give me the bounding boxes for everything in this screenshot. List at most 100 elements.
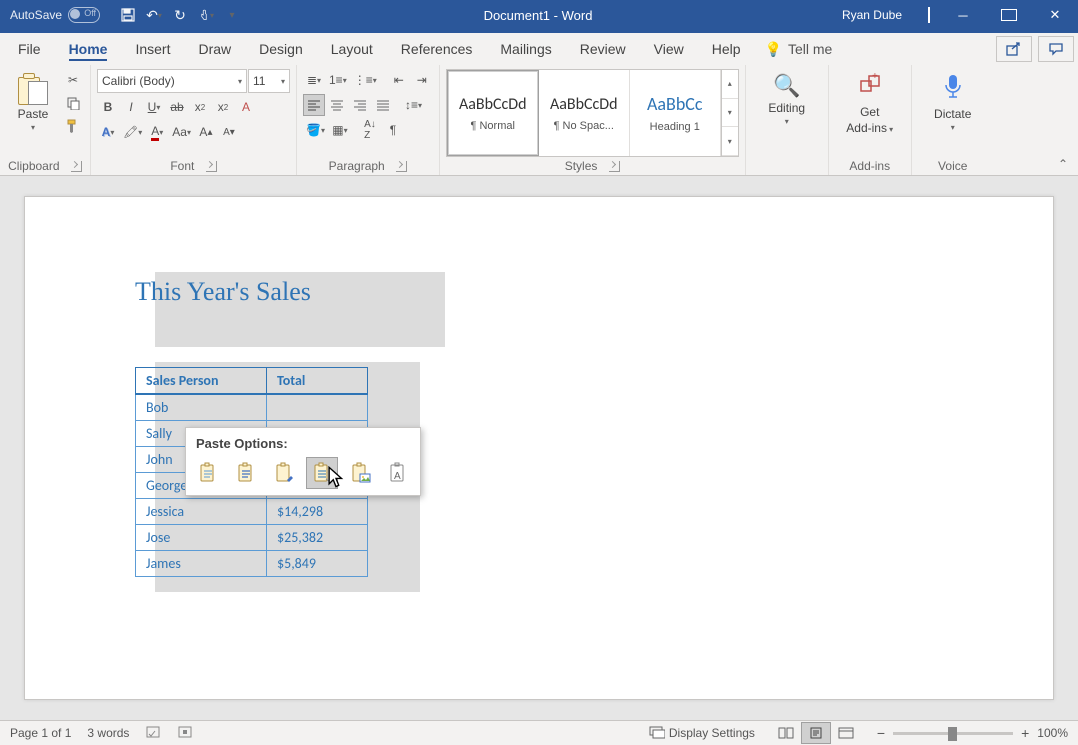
tab-view[interactable]: View [640, 35, 698, 63]
indent-icon: ⇥ [417, 73, 427, 87]
dialog-launcher-icon[interactable] [206, 161, 217, 172]
tab-review[interactable]: Review [566, 35, 640, 63]
save-icon[interactable] [120, 7, 136, 23]
style-normal[interactable]: AaBbCcDd ¶ Normal [447, 70, 539, 156]
autosave-toggle[interactable]: AutoSave Off [0, 7, 110, 23]
cut-button[interactable]: ✂ [62, 69, 84, 91]
text-effects-button[interactable]: A▾ [97, 121, 119, 143]
paste-keep-source-formatting[interactable] [192, 457, 224, 489]
clipboard-picture-icon [349, 462, 371, 484]
numbering-button[interactable]: 1≡▾ [326, 69, 350, 91]
touch-mode-icon[interactable]: ▾ [198, 7, 214, 23]
grow-font-button[interactable]: A▴ [195, 121, 217, 143]
align-center-button[interactable] [326, 94, 348, 116]
zoom-out-button[interactable]: − [877, 725, 885, 741]
dictate-button[interactable]: Dictate ▾ [918, 69, 988, 136]
highlight-button[interactable]: 🖍▾ [120, 121, 145, 143]
zoom-control: − + 100% [877, 725, 1068, 741]
tab-home[interactable]: Home [55, 35, 122, 63]
paste-use-destination-styles[interactable] [230, 457, 262, 489]
zoom-level[interactable]: 100% [1037, 726, 1068, 740]
tab-mailings[interactable]: Mailings [486, 35, 565, 63]
align-right-button[interactable] [349, 94, 371, 116]
document-heading: This Year's Sales [135, 277, 943, 307]
table-row: Jessica$14,298 [136, 499, 368, 525]
italic-button[interactable]: I [120, 96, 142, 118]
get-addins-button[interactable]: + Get Add-ins ▾ [835, 69, 905, 139]
web-layout-button[interactable] [831, 722, 861, 744]
user-name[interactable]: Ryan Dube [826, 8, 918, 22]
dialog-launcher-icon[interactable] [609, 161, 620, 172]
paste-link-keep-formatting[interactable] [268, 457, 300, 489]
align-left-button[interactable] [303, 94, 325, 116]
group-label-font: Font [170, 159, 194, 173]
macro-status-icon[interactable] [177, 724, 193, 743]
maximize-button[interactable] [986, 0, 1032, 30]
page-indicator[interactable]: Page 1 of 1 [10, 726, 71, 740]
underline-button[interactable]: U▾ [143, 96, 165, 118]
word-count[interactable]: 3 words [87, 726, 129, 740]
line-spacing-button[interactable]: ↕≡▾ [402, 94, 425, 116]
qat-customize-icon[interactable]: ▾ [224, 7, 240, 23]
format-painter-button[interactable] [62, 115, 84, 137]
dialog-launcher-icon[interactable] [396, 161, 407, 172]
zoom-in-button[interactable]: + [1021, 725, 1029, 741]
share-button[interactable] [996, 36, 1032, 62]
paste-link-use-destination-styles[interactable] [306, 457, 338, 489]
display-settings-button[interactable]: Display Settings [649, 725, 755, 741]
close-button[interactable]: ✕ [1032, 0, 1078, 30]
dialog-launcher-icon[interactable] [71, 161, 82, 172]
multilevel-list-button[interactable]: ⋮≡▾ [351, 69, 380, 91]
print-layout-button[interactable] [801, 722, 831, 744]
gallery-down-button[interactable]: ▾ [722, 99, 738, 128]
font-name-combo[interactable]: Calibri (Body)▾ [97, 69, 247, 93]
shading-button[interactable]: 🪣▾ [303, 119, 328, 141]
collapse-ribbon-button[interactable]: ⌃ [1048, 153, 1078, 175]
tab-references[interactable]: References [387, 35, 487, 63]
clear-formatting-button[interactable]: A [235, 96, 257, 118]
shrink-font-button[interactable]: A▾ [218, 121, 240, 143]
bold-button[interactable]: B [97, 96, 119, 118]
bullets-button[interactable]: ≣▾ [303, 69, 325, 91]
spelling-status-icon[interactable] [145, 724, 161, 743]
paste-keep-text-only[interactable]: A [382, 457, 414, 489]
gallery-up-button[interactable]: ▴ [722, 70, 738, 99]
tab-file[interactable]: File [4, 35, 55, 63]
comments-button[interactable] [1038, 36, 1074, 62]
style-heading-1[interactable]: AaBbCc Heading 1 [630, 70, 721, 156]
font-color-button[interactable]: A▾ [146, 121, 168, 143]
copy-button[interactable] [62, 92, 84, 114]
table-row: James$5,849 [136, 551, 368, 577]
document-area[interactable]: This Year's Sales Sales Person Total Bob… [0, 176, 1078, 720]
align-center-icon [330, 99, 344, 111]
tell-me-search[interactable]: 💡 Tell me [755, 41, 843, 58]
table-header-row: Sales Person Total [136, 368, 368, 395]
minimize-button[interactable]: ─ [940, 0, 986, 30]
tab-design[interactable]: Design [245, 35, 317, 63]
gallery-more-button[interactable]: ▾ [722, 127, 738, 156]
tab-insert[interactable]: Insert [121, 35, 184, 63]
subscript-button[interactable]: x2 [189, 96, 211, 118]
increase-indent-button[interactable]: ⇥ [411, 69, 433, 91]
change-case-button[interactable]: Aa▾ [169, 121, 194, 143]
paste-picture[interactable] [344, 457, 376, 489]
show-marks-button[interactable]: ¶ [382, 119, 404, 141]
paste-button[interactable]: Paste ▾ [6, 69, 60, 136]
font-size-combo[interactable]: 11▾ [248, 69, 290, 93]
editing-button[interactable]: 🔍 Editing ▾ [752, 69, 822, 130]
justify-button[interactable] [372, 94, 394, 116]
tab-layout[interactable]: Layout [317, 35, 387, 63]
ribbon-display-options-icon[interactable] [918, 8, 940, 22]
sort-button[interactable]: A↓Z [359, 119, 381, 141]
borders-button[interactable]: ▦▾ [329, 119, 351, 141]
decrease-indent-button[interactable]: ⇤ [388, 69, 410, 91]
superscript-button[interactable]: x2 [212, 96, 234, 118]
zoom-slider[interactable] [893, 732, 1013, 735]
strikethrough-button[interactable]: ab [166, 96, 188, 118]
undo-icon[interactable]: ↶▾ [146, 7, 162, 23]
redo-icon[interactable]: ↻ [172, 7, 188, 23]
tab-help[interactable]: Help [698, 35, 755, 63]
read-mode-button[interactable] [771, 722, 801, 744]
style-no-spacing[interactable]: AaBbCcDd ¶ No Spac... [539, 70, 630, 156]
tab-draw[interactable]: Draw [184, 35, 245, 63]
